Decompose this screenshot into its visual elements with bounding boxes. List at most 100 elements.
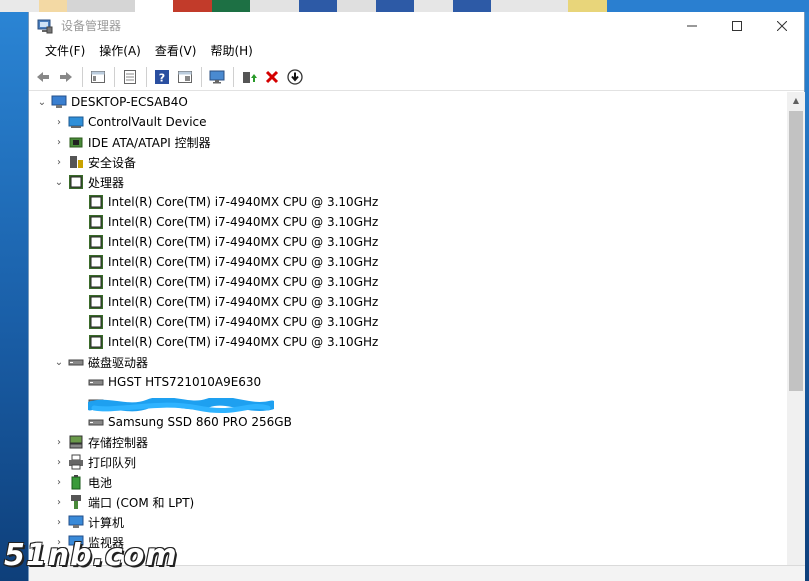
scroll-up-arrow-icon[interactable]: ▲ — [787, 92, 805, 109]
processor-item[interactable]: Intel(R) Core(TM) i7-4940MX CPU @ 3.10GH… — [29, 252, 787, 272]
disk-label: Samsung SSD 860 PRO 256GB — [108, 415, 292, 429]
processor-item[interactable]: Intel(R) Core(TM) i7-4940MX CPU @ 3.10GH… — [29, 292, 787, 312]
category-ide-controller[interactable]: › IDE ATA/ATAPI 控制器 — [29, 132, 787, 152]
chevron-right-icon[interactable]: › — [53, 476, 65, 488]
category-label: 存储控制器 — [88, 435, 149, 450]
forward-icon — [60, 71, 72, 82]
maximize-icon — [731, 20, 742, 31]
category-disk-drives[interactable]: ⌄ 磁盘驱动器 — [29, 352, 787, 372]
category-ports[interactable]: › 端口 (COM 和 LPT) — [29, 492, 787, 512]
list-view-icon — [124, 69, 136, 84]
menu-file[interactable]: 文件(F) — [38, 40, 92, 62]
category-processors[interactable]: ⌄ 处理器 — [29, 172, 787, 192]
processor-label: Intel(R) Core(TM) i7-4940MX CPU @ 3.10GH… — [108, 235, 379, 249]
processor-item[interactable]: Intel(R) Core(TM) i7-4940MX CPU @ 3.10GH… — [29, 192, 787, 212]
disk-item[interactable]: Samsung SSD 860 PRO 256GB — [29, 412, 787, 432]
battery-icon — [71, 475, 81, 490]
print-queue-icon — [69, 454, 83, 470]
chevron-right-icon[interactable]: › — [53, 136, 65, 148]
vertical-scrollbar[interactable]: ▲ ▼ — [787, 92, 805, 581]
update-driver-icon — [243, 71, 257, 83]
processor-label: Intel(R) Core(TM) i7-4940MX CPU @ 3.10GH… — [108, 275, 379, 289]
category-label: 电池 — [88, 475, 113, 490]
device-manager-app-icon — [37, 19, 53, 33]
processor-label: Intel(R) Core(TM) i7-4940MX CPU @ 3.10GH… — [108, 335, 379, 349]
help-icon: ? — [155, 69, 169, 84]
processor-item[interactable]: Intel(R) Core(TM) i7-4940MX CPU @ 3.10GH… — [29, 212, 787, 232]
back-icon — [37, 71, 49, 82]
minimize-icon — [686, 25, 697, 26]
processor-icon — [69, 175, 83, 189]
uninstall-device-button[interactable] — [261, 66, 283, 88]
menu-bar: 文件(F) 操作(A) 查看(V) 帮助(H) — [29, 39, 804, 63]
redaction-scribble — [88, 398, 274, 414]
chevron-down-icon[interactable]: ⌄ — [36, 96, 48, 108]
tree-root[interactable]: ⌄ DESKTOP-ECSAB4O — [29, 92, 787, 112]
category-label: ControlVault Device — [88, 115, 207, 129]
scan-hardware-button[interactable] — [206, 66, 228, 88]
category-label: 安全设备 — [88, 155, 137, 170]
computer-icon — [68, 515, 84, 528]
chevron-down-icon[interactable]: ⌄ — [53, 176, 65, 188]
category-label: IDE ATA/ATAPI 控制器 — [88, 135, 211, 150]
device-manager-window: 设备管理器 文件(F) 操作(A) 查看(V) 帮助(H) ? ⌄ DESKTO… — [28, 12, 805, 581]
processor-item[interactable]: Intel(R) Core(TM) i7-4940MX CPU @ 3.10GH… — [29, 232, 787, 252]
maximize-button[interactable] — [714, 12, 759, 39]
chevron-right-icon[interactable]: › — [53, 456, 65, 468]
category-batteries[interactable]: › 电池 — [29, 472, 787, 492]
controlvault-icon — [68, 116, 84, 128]
storage-controller-icon — [69, 435, 83, 449]
processor-item[interactable]: Intel(R) Core(TM) i7-4940MX CPU @ 3.10GH… — [29, 332, 787, 352]
processor-item[interactable]: Intel(R) Core(TM) i7-4940MX CPU @ 3.10GH… — [29, 312, 787, 332]
back-button[interactable] — [32, 66, 54, 88]
category-computer[interactable]: › 计算机 — [29, 512, 787, 532]
category-security-devices[interactable]: › 安全设备 — [29, 152, 787, 172]
processor-label: Intel(R) Core(TM) i7-4940MX CPU @ 3.10GH… — [108, 315, 379, 329]
chevron-right-icon[interactable]: › — [53, 156, 65, 168]
category-label: 磁盘驱动器 — [88, 355, 149, 370]
toolbar-separator — [82, 66, 83, 87]
scroll-thumb[interactable] — [789, 111, 803, 391]
chevron-right-icon[interactable]: › — [53, 116, 65, 128]
device-view-button[interactable] — [174, 66, 196, 88]
properties-view-button[interactable] — [87, 66, 109, 88]
processor-icon — [89, 195, 103, 209]
window-title: 设备管理器 — [61, 19, 122, 33]
computer-icon — [51, 95, 67, 108]
disk-drive-icon — [68, 359, 84, 366]
processor-item[interactable]: Intel(R) Core(TM) i7-4940MX CPU @ 3.10GH… — [29, 272, 787, 292]
toolbar: ? — [29, 63, 804, 91]
category-label: 端口 (COM 和 LPT) — [88, 495, 195, 510]
update-driver-button[interactable] — [238, 66, 260, 88]
processor-label: Intel(R) Core(TM) i7-4940MX CPU @ 3.10GH… — [108, 215, 379, 229]
chevron-right-icon[interactable]: › — [53, 496, 65, 508]
category-label: 处理器 — [88, 175, 125, 190]
toolbar-separator — [146, 66, 147, 87]
download-icon — [287, 68, 303, 85]
properties-view-icon — [91, 70, 105, 83]
disk-drive-icon — [88, 379, 104, 386]
port-icon — [71, 495, 81, 509]
toolbar-separator — [114, 66, 115, 87]
processor-label: Intel(R) Core(TM) i7-4940MX CPU @ 3.10GH… — [108, 295, 379, 309]
minimize-button[interactable] — [669, 12, 714, 39]
help-button[interactable]: ? — [151, 66, 173, 88]
toolbar-separator — [233, 66, 234, 87]
disk-item[interactable]: HGST HTS721010A9E630 — [29, 372, 787, 392]
forward-button[interactable] — [55, 66, 77, 88]
category-storage-controllers[interactable]: › 存储控制器 — [29, 432, 787, 452]
chevron-right-icon[interactable]: › — [53, 436, 65, 448]
list-view-button[interactable] — [119, 66, 141, 88]
menu-help[interactable]: 帮助(H) — [203, 40, 259, 62]
category-controlvault[interactable]: › ControlVault Device — [29, 112, 787, 132]
security-device-icon — [70, 156, 83, 168]
device-tree: ⌄ DESKTOP-ECSAB4O › ControlVault Device … — [29, 92, 787, 581]
disable-device-button[interactable] — [284, 66, 306, 88]
chevron-down-icon[interactable]: ⌄ — [53, 356, 65, 368]
chevron-right-icon[interactable]: › — [53, 516, 65, 528]
ide-controller-icon — [69, 137, 83, 148]
menu-action[interactable]: 操作(A) — [92, 40, 148, 62]
close-button[interactable] — [759, 12, 804, 39]
menu-view[interactable]: 查看(V) — [148, 40, 204, 62]
category-print-queues[interactable]: › 打印队列 — [29, 452, 787, 472]
